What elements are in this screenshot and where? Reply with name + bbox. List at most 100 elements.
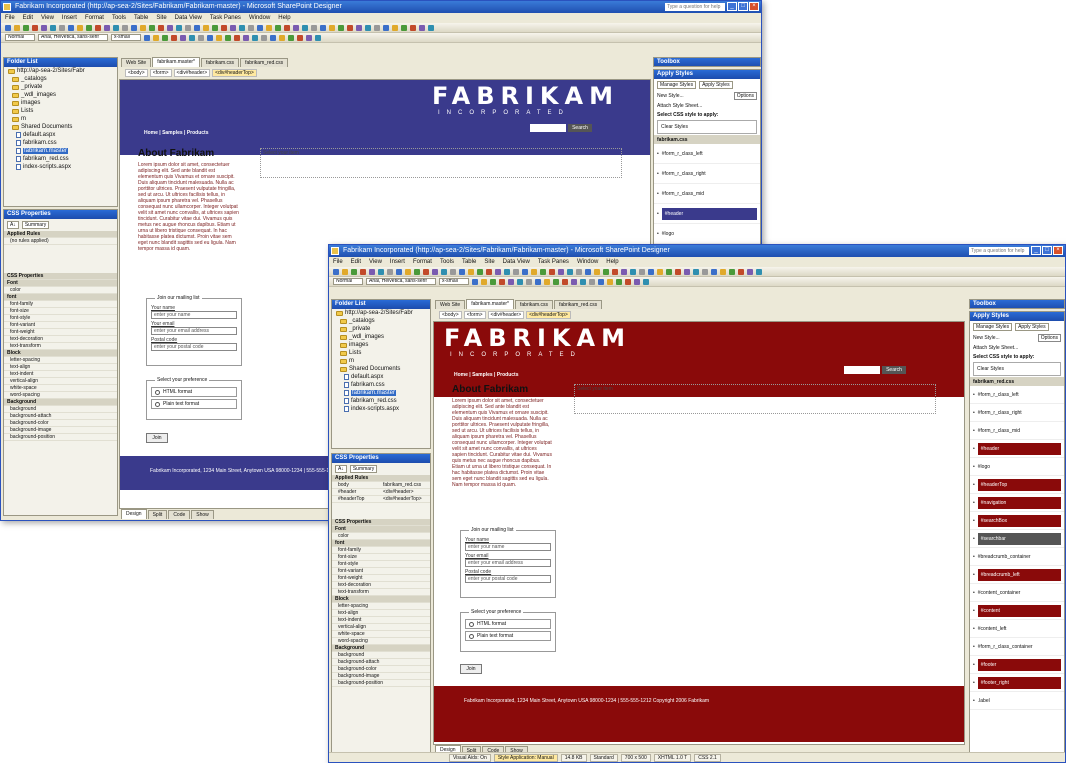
toolbar-button-icon[interactable] (252, 34, 258, 41)
menu-item[interactable]: Site (484, 257, 494, 267)
close-button[interactable]: × (1053, 246, 1063, 255)
property-row[interactable]: text-indent (4, 371, 117, 378)
toolbar-button-icon[interactable] (526, 278, 532, 285)
tag-crumb[interactable]: <body> (125, 69, 148, 77)
property-row[interactable]: background-position (4, 434, 117, 441)
menu-item[interactable]: File (333, 257, 343, 267)
property-row[interactable]: background-attach (332, 659, 430, 666)
style-item[interactable]: • #breadcrumb_left (970, 566, 1064, 584)
site-search-input[interactable] (530, 124, 566, 132)
toolbar-button-icon[interactable] (675, 268, 681, 275)
tree-item[interactable]: _catalogs (4, 75, 117, 83)
toolbar-button-icon[interactable] (185, 24, 191, 31)
toolbar-button-icon[interactable] (275, 24, 281, 31)
menu-item[interactable]: Insert (62, 13, 77, 23)
property-row[interactable]: font-weight (332, 575, 430, 582)
toolbar-button-icon[interactable] (140, 24, 146, 31)
toolbar-button-icon[interactable] (68, 24, 74, 31)
toolbar-button-icon[interactable] (428, 24, 434, 31)
toolbar-button-icon[interactable] (612, 268, 618, 275)
property-row[interactable]: text-decoration (332, 582, 430, 589)
applied-rule-row[interactable]: #header <div#header> (332, 489, 430, 496)
menu-item[interactable]: Site (156, 13, 166, 23)
toolbar-button-icon[interactable] (306, 34, 312, 41)
toolbar-button-icon[interactable] (598, 278, 604, 285)
maximize-button[interactable]: □ (1042, 246, 1052, 255)
toolbar-button-icon[interactable] (410, 24, 416, 31)
menu-item[interactable]: Format (85, 13, 104, 23)
toolbar-button-icon[interactable] (261, 34, 267, 41)
menu-item[interactable]: Table (134, 13, 148, 23)
summary-button[interactable]: A↓ (335, 465, 347, 473)
style-select[interactable]: Normal (333, 278, 363, 285)
property-row[interactable]: font-weight (4, 329, 117, 336)
property-category[interactable]: Background (4, 399, 117, 406)
toolbar-button-icon[interactable] (333, 268, 339, 275)
toolbar-button-icon[interactable] (270, 34, 276, 41)
toolbar-button-icon[interactable] (472, 278, 478, 285)
style-item[interactable]: • #breadcrumb_container (970, 548, 1064, 566)
property-row[interactable]: font-family (4, 301, 117, 308)
tree-item[interactable]: http://ap-sea-2/Sites/Fabr (332, 309, 430, 317)
toolbar-button-icon[interactable] (365, 24, 371, 31)
zip-input[interactable]: enter your postal code (151, 343, 237, 351)
toolbar-button-icon[interactable] (216, 34, 222, 41)
toolbar-button-icon[interactable] (666, 268, 672, 275)
html-format-option[interactable]: HTML format (151, 387, 237, 397)
menu-item[interactable]: Tools (112, 13, 126, 23)
style-item[interactable]: • #header (970, 440, 1064, 458)
toolbar-button-icon[interactable] (207, 34, 213, 41)
tree-item[interactable]: Shared Documents (332, 365, 430, 373)
applied-rule-row[interactable]: #headerTop <div#headerTop> (332, 496, 430, 503)
toolbar-button-icon[interactable] (625, 278, 631, 285)
document-tab[interactable]: fabrikam_red.css (240, 58, 289, 67)
select-item-box[interactable]: Select your item (574, 384, 936, 414)
toolbar-button-icon[interactable] (158, 24, 164, 31)
style-item[interactable]: • #content (970, 602, 1064, 620)
property-row[interactable]: font-size (332, 554, 430, 561)
toolbar-button-icon[interactable] (567, 268, 573, 275)
join-button[interactable]: Join (146, 433, 168, 443)
toolbar-button-icon[interactable] (369, 268, 375, 275)
toolbar-button-icon[interactable] (589, 278, 595, 285)
options-button[interactable]: Options (733, 92, 757, 100)
toolbar-button-icon[interactable] (171, 34, 177, 41)
toolbar-button-icon[interactable] (513, 268, 519, 275)
toolbar-button-icon[interactable] (490, 278, 496, 285)
tree-item[interactable]: _wdl_images (4, 91, 117, 99)
property-row[interactable]: letter-spacing (4, 357, 117, 364)
minimize-button[interactable]: _ (1031, 246, 1041, 255)
toolbar-button-icon[interactable] (351, 268, 357, 275)
toolbar-button-icon[interactable] (441, 268, 447, 275)
toolbar-button-icon[interactable] (342, 268, 348, 275)
tree-item[interactable]: _private (332, 325, 430, 333)
toolbar-button-icon[interactable] (616, 278, 622, 285)
toolbar-button-icon[interactable] (594, 268, 600, 275)
select-item-box[interactable]: Select your item (260, 148, 622, 178)
toolbar-button-icon[interactable] (603, 268, 609, 275)
toolbar-button-icon[interactable] (634, 278, 640, 285)
toolbar-button-icon[interactable] (459, 268, 465, 275)
toolbar-button-icon[interactable] (293, 24, 299, 31)
toolbar-button-icon[interactable] (302, 24, 308, 31)
toolbar-button-icon[interactable] (167, 24, 173, 31)
document-tab[interactable]: fabrikam.css (201, 58, 240, 67)
tree-item[interactable]: Shared Documents (4, 123, 117, 131)
property-row[interactable]: font-style (4, 315, 117, 322)
toolbar-button-icon[interactable] (630, 268, 636, 275)
toolbar-button-icon[interactable] (23, 24, 29, 31)
toolbar-button-icon[interactable] (279, 34, 285, 41)
toolbar-button-icon[interactable] (553, 278, 559, 285)
document-tab[interactable]: fabrikam_red.css (554, 300, 603, 309)
menu-item[interactable]: Tools (440, 257, 454, 267)
menu-item[interactable]: File (5, 13, 15, 23)
property-row[interactable]: color (4, 287, 117, 294)
toolbar-button-icon[interactable] (477, 268, 483, 275)
property-row[interactable]: white-space (4, 385, 117, 392)
new-style-link[interactable]: New Style... (657, 93, 684, 99)
tree-item[interactable]: _private (4, 83, 117, 91)
toolbar-button-icon[interactable] (481, 278, 487, 285)
toolbar-button-icon[interactable] (315, 34, 321, 41)
toolbar-button-icon[interactable] (203, 24, 209, 31)
toolbar-button-icon[interactable] (738, 268, 744, 275)
